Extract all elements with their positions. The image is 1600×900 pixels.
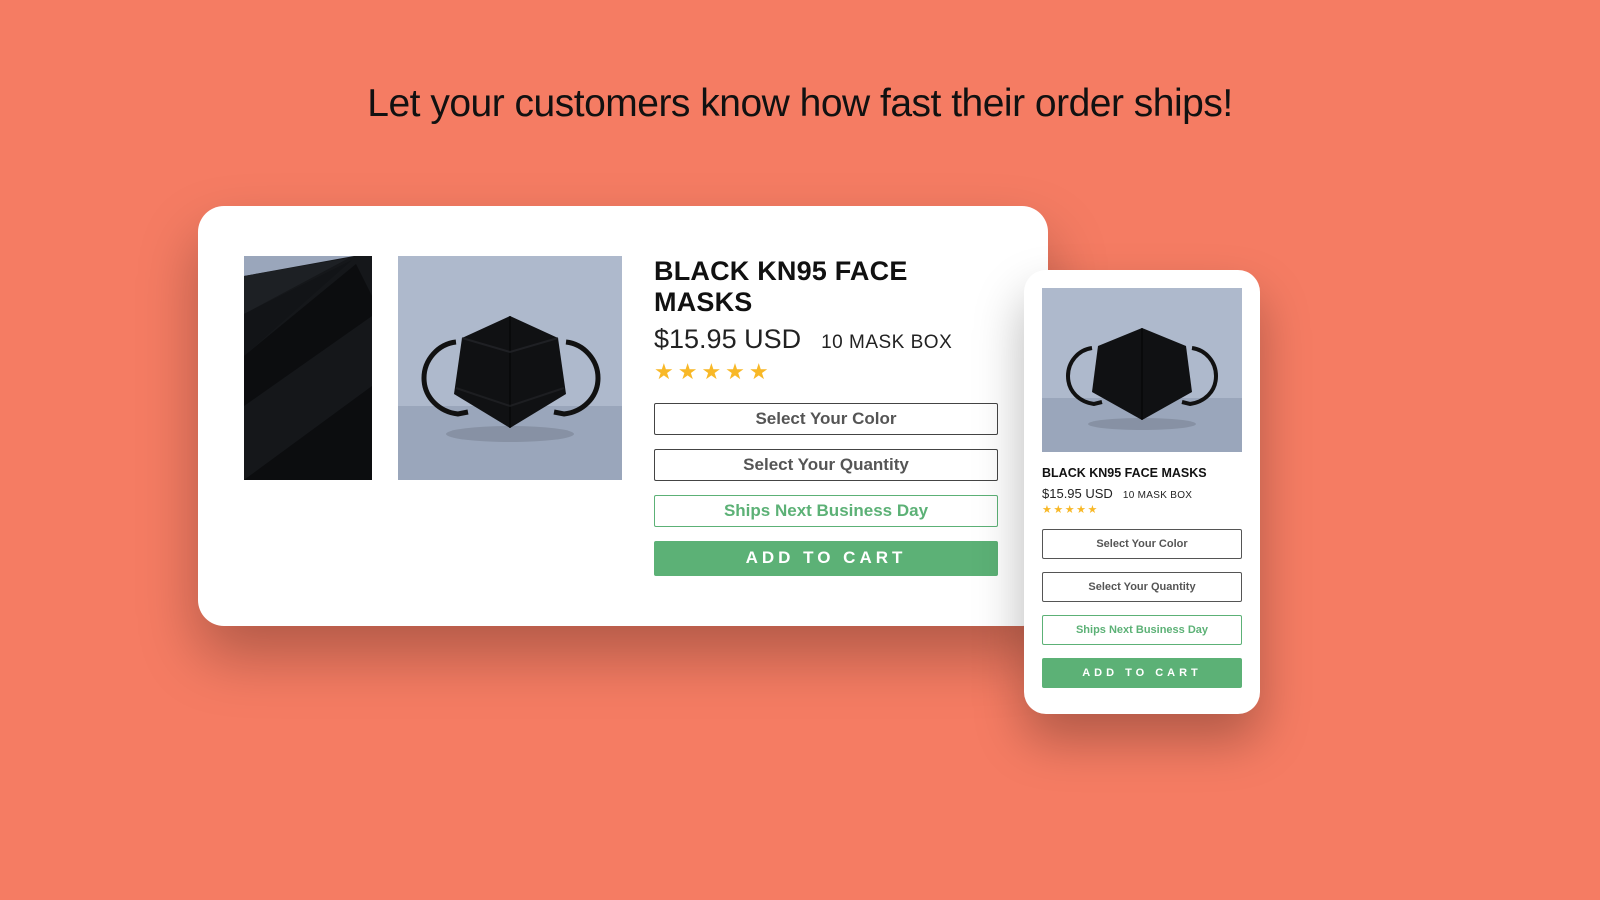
product-info: BLACK KN95 FACE MASKS $15.95 USD 10 MASK…	[654, 256, 998, 576]
product-price: $15.95 USD	[654, 324, 801, 355]
product-main-image[interactable]	[398, 256, 622, 480]
mask-product-icon	[398, 256, 622, 480]
shipping-notice[interactable]: Ships Next Business Day	[654, 495, 998, 527]
product-title: BLACK KN95 FACE MASKS	[654, 256, 998, 318]
product-card-mobile: BLACK KN95 FACE MASKS $15.95 USD 10 MASK…	[1024, 270, 1260, 714]
product-gallery	[244, 256, 622, 576]
mask-product-icon	[1042, 288, 1242, 452]
select-quantity-button-mobile[interactable]: Select Your Quantity	[1042, 572, 1242, 602]
rating-stars-mobile: ★★★★★	[1042, 503, 1242, 516]
add-to-cart-button[interactable]: ADD TO CART	[654, 541, 998, 576]
product-variant: 10 MASK BOX	[821, 332, 952, 354]
shipping-notice-mobile[interactable]: Ships Next Business Day	[1042, 615, 1242, 645]
product-price-mobile: $15.95 USD	[1042, 486, 1113, 501]
mask-closeup-icon	[244, 256, 372, 480]
price-row-mobile: $15.95 USD 10 MASK BOX	[1042, 486, 1242, 501]
price-row: $15.95 USD 10 MASK BOX	[654, 324, 998, 355]
product-thumbnail[interactable]	[244, 256, 372, 480]
rating-stars: ★★★★★	[654, 359, 998, 385]
product-main-image-mobile[interactable]	[1042, 288, 1242, 452]
page-headline: Let your customers know how fast their o…	[0, 82, 1600, 126]
select-color-button[interactable]: Select Your Color	[654, 403, 998, 435]
add-to-cart-button-mobile[interactable]: ADD TO CART	[1042, 658, 1242, 688]
product-title-mobile: BLACK KN95 FACE MASKS	[1042, 466, 1242, 480]
select-quantity-button[interactable]: Select Your Quantity	[654, 449, 998, 481]
select-color-button-mobile[interactable]: Select Your Color	[1042, 529, 1242, 559]
product-card-desktop: BLACK KN95 FACE MASKS $15.95 USD 10 MASK…	[198, 206, 1048, 626]
product-variant-mobile: 10 MASK BOX	[1123, 490, 1192, 501]
